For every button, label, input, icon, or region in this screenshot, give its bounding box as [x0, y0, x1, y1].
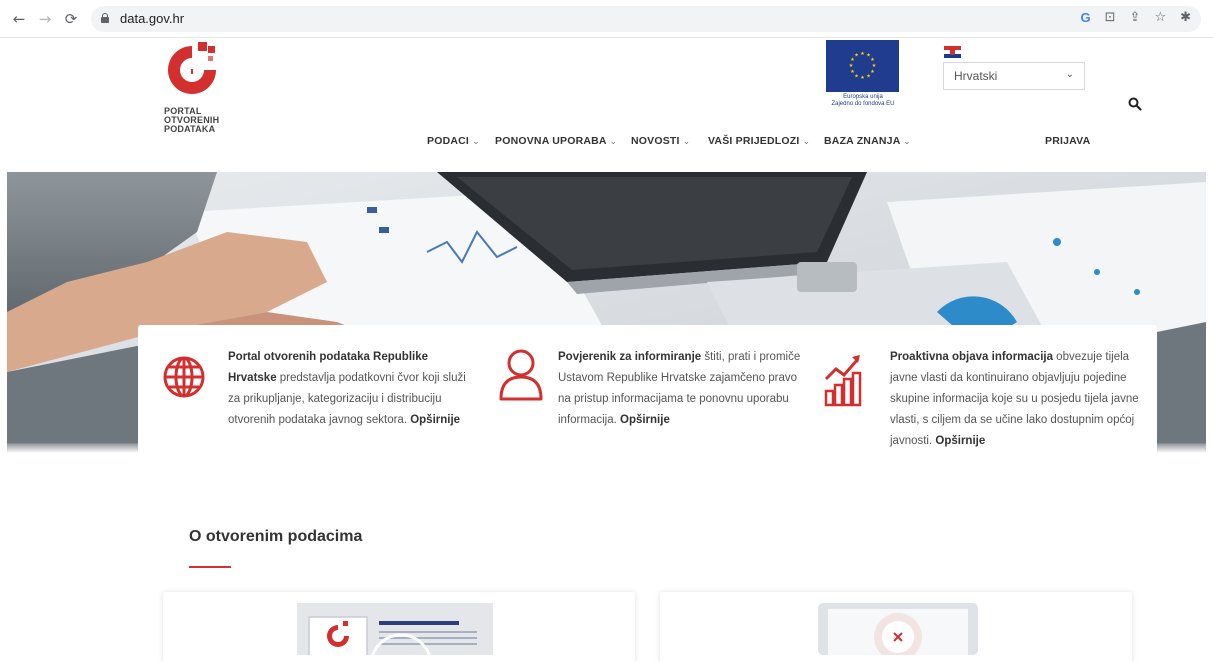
portal-more-link[interactable]: Opširnije [410, 414, 460, 426]
info-panel: Portal otvorenih podataka Republike Hrva… [138, 325, 1157, 493]
svg-text:★: ★ [854, 53, 859, 59]
about-title: O otvorenim podacima [189, 528, 363, 545]
chevron-down-icon: ⌄ [1065, 69, 1074, 80]
browser-toolbar: ← → ⟳ data.gov.hr G ⊡ ⇪ ☆ ✱ [0, 0, 1213, 38]
eu-caption: Europska unija Zajedno do fondova EU [831, 94, 895, 107]
translate-icon[interactable]: ⊡ [1105, 10, 1116, 25]
logo-text: PORTAL OTVORENIH PODATAKA [164, 106, 220, 134]
portal-illustration-icon [297, 603, 493, 655]
arrow-right-icon[interactable]: → [36, 10, 54, 28]
chevron-down-icon: ⌄ [682, 137, 691, 147]
chevron-down-icon: ⌄ [472, 137, 480, 147]
address-bar[interactable]: data.gov.hr G ⊡ ⇪ ☆ ✱ [91, 6, 1201, 32]
about-card-portal[interactable] [163, 592, 635, 662]
proactive-info: Proaktivna objava informacija obvezuje t… [890, 351, 1139, 447]
growth-chart-icon [824, 355, 862, 407]
language-select[interactable]: Hrvatski ⌄ [943, 62, 1085, 90]
title-underline [189, 566, 231, 568]
proactive-more-link[interactable]: Opširnije [935, 435, 985, 447]
nav-item-vasi-prijedlozi[interactable]: VAŠI PRIJEDLOZI ⌄ [708, 135, 810, 147]
svg-text:★: ★ [860, 51, 865, 57]
star-icon[interactable]: ☆ [1154, 10, 1166, 25]
svg-text:★: ★ [854, 74, 859, 80]
chevron-down-icon: ⌄ [802, 137, 811, 147]
eu-flag-icon: ★ ★ ★ ★ ★ ★ ★ ★ ★ ★ ★ ★ [826, 40, 899, 92]
about-card-reuse[interactable] [660, 592, 1132, 662]
chevron-down-icon: ⌄ [903, 137, 911, 147]
url-text[interactable]: data.gov.hr [120, 11, 184, 26]
portal-info: Portal otvorenih podataka Republike Hrva… [228, 351, 466, 426]
login-link[interactable]: PRIJAVA [1045, 135, 1090, 147]
svg-text:★: ★ [870, 69, 875, 75]
nav-item-baza-znanja[interactable]: BAZA ZNANJA ⌄ [824, 135, 911, 147]
svg-text:★: ★ [866, 74, 871, 80]
commissioner-info: Povjerenik za informiranje štiti, prati … [558, 351, 801, 426]
arrow-left-icon[interactable]: ← [10, 10, 28, 28]
commissioner-more-link[interactable]: Opširnije [620, 414, 670, 426]
google-icon[interactable]: G [1081, 10, 1091, 25]
chevron-down-icon: ⌄ [609, 137, 618, 147]
svg-text:★: ★ [860, 75, 865, 81]
person-icon [499, 349, 543, 401]
svg-text:★: ★ [849, 63, 854, 69]
lock-icon [101, 13, 109, 23]
globe-icon [163, 356, 205, 398]
reload-icon[interactable]: ⟳ [62, 10, 80, 28]
croatian-flag-icon[interactable] [944, 46, 961, 58]
search-icon[interactable] [1128, 97, 1142, 111]
svg-text:★: ★ [850, 69, 855, 75]
nav-item-ponovna-uporaba[interactable]: PONOVNA UPORABA ⌄ [495, 135, 617, 147]
nav-item-novosti[interactable]: NOVOSTI ⌄ [631, 135, 691, 147]
reuse-illustration-icon [818, 603, 978, 655]
portal-logo-icon[interactable] [162, 40, 222, 100]
extensions-icon[interactable]: ✱ [1180, 10, 1191, 25]
nav-item-podaci[interactable]: PODACI ⌄ [427, 135, 480, 147]
share-icon[interactable]: ⇪ [1130, 10, 1141, 25]
